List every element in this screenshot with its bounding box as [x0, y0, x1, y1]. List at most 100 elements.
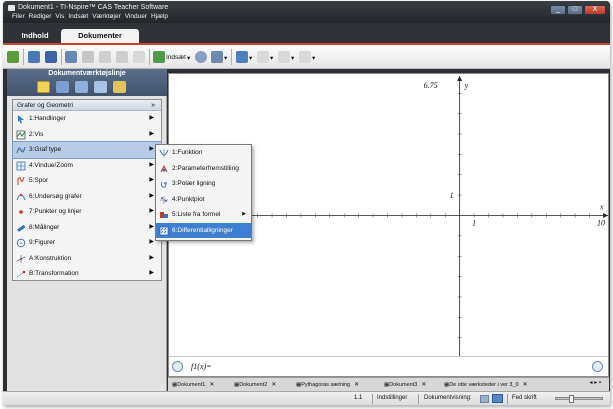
close-tab-icon[interactable]: ✕ — [523, 382, 528, 388]
menu-item-transformation[interactable]: B:Transformation ▶ — [13, 266, 161, 282]
menu-bar: Filer Rediger Vis Indsæt Værktøjer Vindu… — [12, 13, 168, 20]
page-tab-5[interactable]: ▦De otte værksteder i ver 3_0 ✕ — [444, 380, 528, 390]
menu-help[interactable]: Hjælp — [151, 13, 168, 20]
function-entry-text[interactable]: f1(x)= — [191, 362, 212, 371]
construction-icon — [16, 254, 26, 263]
page-tab-label: Pythagoras sætning — [301, 382, 351, 388]
diff-eq-icon — [159, 226, 169, 235]
menu-header[interactable]: Grafer og Geometri » — [13, 100, 161, 111]
menu-edit[interactable]: Rediger — [29, 13, 52, 20]
text-color-icon[interactable] — [299, 51, 311, 63]
title-bar: Dokument1 - TI-Nspire™ CAS Teacher Softw… — [3, 1, 610, 23]
collapse-icon[interactable]: » — [151, 100, 155, 111]
utilities-icon[interactable] — [94, 81, 107, 93]
line-color-icon[interactable] — [278, 51, 290, 63]
submenu-arrow-icon: ▶ — [149, 115, 154, 121]
menu-item-analyze-graph[interactable]: 6:Undersøg grafer ▶ — [13, 189, 161, 205]
new-document-icon[interactable] — [7, 51, 19, 63]
close-tab-icon[interactable]: ✕ — [354, 382, 359, 388]
page-tab-4[interactable]: ▦Dokument3 ✕ — [384, 380, 426, 390]
page-tab-3[interactable]: ▦Pythagoras sætning ✕ — [296, 380, 359, 390]
toolbar-divider — [23, 49, 24, 65]
page-tab-1[interactable]: ▦Dokument1 ✕ — [172, 380, 214, 390]
page-tab-label: De otte værksteder i ver 3_0 — [449, 382, 519, 388]
text-chevron-down-icon[interactable]: ▾ — [312, 54, 315, 62]
open-icon[interactable] — [28, 51, 40, 63]
menu-item-measurement[interactable]: 8:Målinger ▶ — [13, 220, 161, 236]
computer-view-icon[interactable] — [492, 394, 503, 403]
menu-item-points-lines[interactable]: 7:Punkter og linjer ▶ — [13, 204, 161, 220]
submenu-item-label: 4:Punktplot — [172, 195, 205, 203]
fill-color-icon[interactable] — [257, 51, 269, 63]
menu-item-label: B:Transformation — [29, 270, 79, 277]
document-view-label: Dokumentvisning: — [424, 395, 472, 401]
fill-chevron-down-icon[interactable]: ▾ — [270, 54, 273, 62]
handheld-view-icon[interactable] — [480, 395, 489, 403]
screen-capture-icon[interactable] — [211, 51, 223, 63]
font-size-slider[interactable] — [555, 395, 603, 403]
insert-menu-button[interactable]: Indsæt — [166, 54, 186, 61]
calculator-icon[interactable] — [195, 51, 207, 63]
expand-entry-icon[interactable] — [172, 361, 183, 372]
slider-knob[interactable] — [569, 395, 575, 403]
close-tab-icon[interactable]: ✕ — [209, 382, 214, 388]
menu-item-view[interactable]: 2:Vis ▶ — [13, 127, 161, 143]
cut-icon[interactable] — [99, 51, 111, 63]
scatter-icon — [160, 195, 168, 204]
x-tick-label: 1 — [472, 219, 476, 228]
maximize-button[interactable]: □ — [567, 5, 583, 15]
menu-insert[interactable]: Indsæt — [68, 13, 88, 20]
submenu-item-label: 6:Differentialligninger — [172, 226, 233, 234]
settings-link[interactable]: Indstillinger — [377, 395, 407, 401]
menu-item-construction[interactable]: A:Konstruktion ▶ — [13, 251, 161, 267]
toolbar-divider — [231, 49, 232, 65]
polar-icon — [160, 181, 167, 188]
minimize-button[interactable]: _ — [550, 5, 566, 15]
submenu-item-differential-equations[interactable]: 6:Differentialligninger — [156, 222, 251, 238]
status-divider — [418, 394, 419, 404]
transformation-icon — [16, 270, 26, 278]
page-sorter-icon[interactable] — [56, 81, 69, 93]
submenu-item-parametric[interactable]: 2:Parameterfremstilling — [156, 161, 251, 177]
y-max-label: 6.75 — [424, 81, 438, 90]
entry-options-icon[interactable] — [592, 361, 603, 372]
insert-chevron-down-icon[interactable]: ▾ — [187, 54, 190, 62]
submenu-item-scatter-plot[interactable]: 4:Punktplot — [156, 192, 251, 208]
menu-file[interactable]: Filer — [12, 13, 25, 20]
tools-icon[interactable] — [37, 81, 50, 93]
page-tab-scroll-arrows[interactable]: ◂ ▸ ▪ — [590, 379, 601, 386]
tab-documents[interactable]: Dokumenter — [61, 29, 139, 43]
function-entry-line[interactable]: f1(x)= — [169, 356, 608, 376]
copy-icon[interactable] — [116, 51, 128, 63]
menu-item-window-zoom[interactable]: 4:Vindue/Zoom ▶ — [13, 158, 161, 174]
submenu-arrow-icon: ▶ — [149, 192, 154, 199]
close-tab-icon[interactable]: ✕ — [421, 382, 426, 388]
content-explorer-icon[interactable] — [113, 81, 126, 93]
submenu-item-polar[interactable]: 3:Polær ligning — [156, 176, 251, 192]
undo-icon[interactable] — [65, 51, 77, 63]
paste-icon[interactable] — [133, 51, 145, 63]
insert-icon[interactable] — [153, 51, 165, 63]
menu-item-graph-type[interactable]: 3:Graf type ▶ — [12, 141, 162, 159]
menu-windows[interactable]: Vinduer — [125, 13, 147, 20]
layout-chevron-down-icon[interactable]: ▾ — [249, 54, 252, 62]
capture-chevron-down-icon[interactable]: ▾ — [224, 54, 227, 62]
pointer-icon — [18, 115, 24, 124]
page-layout-icon[interactable] — [236, 51, 248, 63]
close-button[interactable]: X — [584, 5, 606, 15]
close-tab-icon[interactable]: ✕ — [271, 382, 276, 388]
menu-item-trace[interactable]: 5:Spor ▶ — [13, 173, 161, 189]
menu-item-shapes[interactable]: 9:Figurer ▶ — [13, 235, 161, 251]
redo-icon[interactable] — [82, 51, 94, 63]
save-icon[interactable] — [45, 51, 57, 63]
emulator-icon[interactable] — [75, 81, 88, 93]
submenu-item-sequence[interactable]: 5:Liste fra formel ▶ — [156, 207, 251, 223]
line-chevron-down-icon[interactable]: ▾ — [291, 54, 294, 62]
menu-item-label: 3:Graf type — [29, 146, 62, 153]
menu-item-actions[interactable]: 1:Handlinger ▶ — [13, 111, 161, 127]
page-tab-2[interactable]: ▦Dokument2 ✕ — [234, 380, 276, 390]
submenu-item-function[interactable]: 1:Funktion — [156, 145, 251, 161]
tab-content[interactable]: Indhold — [14, 29, 56, 43]
menu-view[interactable]: Vis — [55, 13, 64, 20]
menu-tools[interactable]: Værktøjer — [92, 13, 121, 20]
